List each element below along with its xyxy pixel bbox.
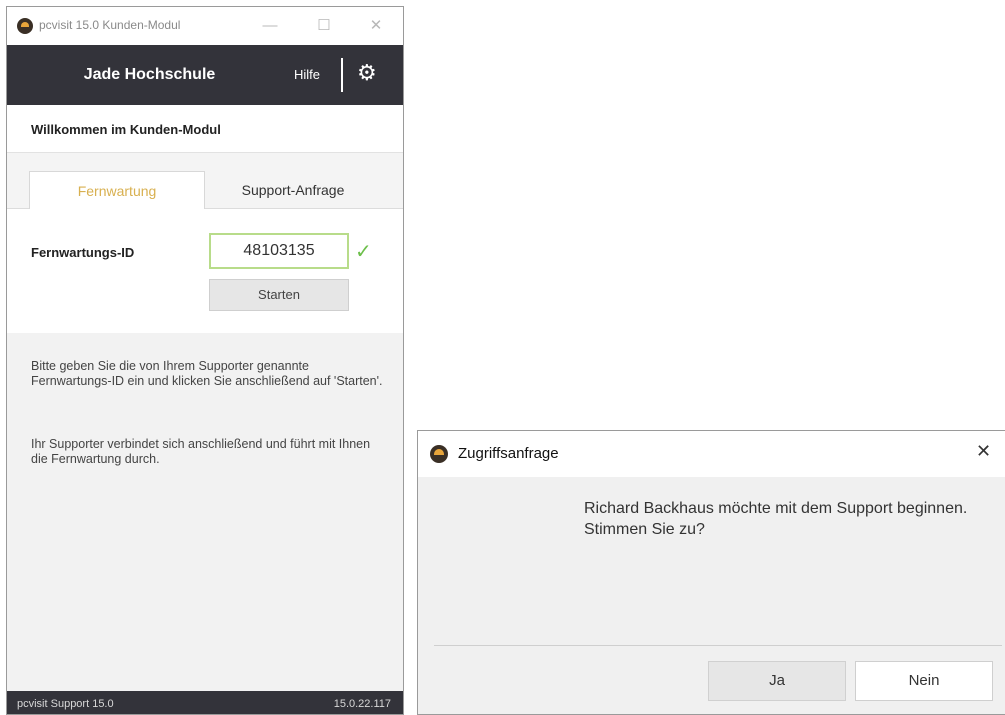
header-divider [341,58,343,92]
start-button[interactable]: Starten [209,279,349,311]
pcvisit-logo-icon [17,18,33,34]
remote-id-label: Fernwartungs-ID [31,245,135,260]
remote-id-form: Fernwartungs-ID ✓ Starten [7,209,403,333]
dialog-message: Richard Backhaus möchte mit dem Support … [584,500,968,538]
organization-name: Jade Hochschule [83,66,216,83]
minimize-button[interactable]: — [257,13,283,39]
yes-button[interactable]: Ja [708,661,846,701]
gear-icon[interactable]: ⚙ [357,61,377,85]
dialog-title: Zugriffsanfrage [458,445,559,462]
dialog-titlebar[interactable]: Zugriffsanfrage ✕ [418,431,1005,477]
dialog-close-button[interactable]: ✕ [976,441,991,462]
remote-id-input[interactable] [209,233,349,269]
main-window: pcvisit 15.0 Kunden-Modul — ☐ ✕ Jade Hoc… [6,6,404,715]
tab-fernwartung[interactable]: Fernwartung [29,171,205,209]
instruction-text: Ihr Supporter verbindet sich anschließen… [31,437,371,466]
tab-bar: Fernwartung Support-Anfrage [7,153,403,209]
app-header: Jade Hochschule Hilfe ⚙ [7,45,403,105]
window-title: pcvisit 15.0 Kunden-Modul [39,18,181,32]
version-number: 15.0.22.117 [333,698,391,710]
tab-support-anfrage[interactable]: Support-Anfrage [211,171,375,209]
product-name: pcvisit Support 15.0 [17,698,114,710]
access-request-dialog: Zugriffsanfrage ✕ Richard Backhaus möcht… [417,430,1005,715]
window-titlebar[interactable]: pcvisit 15.0 Kunden-Modul — ☐ ✕ [7,7,403,45]
instruction-text: Bitte geben Sie die von Ihrem Supporter … [31,359,383,388]
welcome-heading: Willkommen im Kunden-Modul [31,122,221,137]
close-button[interactable]: ✕ [363,13,389,39]
check-icon: ✓ [355,241,372,263]
dialog-divider [434,645,1002,646]
welcome-bar: Willkommen im Kunden-Modul [7,105,403,153]
pcvisit-logo-icon [430,445,448,463]
no-button[interactable]: Nein [855,661,993,701]
instructions-panel: Bitte geben Sie die von Ihrem Supporter … [7,333,403,691]
status-footer: pcvisit Support 15.0 15.0.22.117 [7,691,403,714]
help-link[interactable]: Hilfe [294,67,320,82]
maximize-button[interactable]: ☐ [311,13,337,39]
